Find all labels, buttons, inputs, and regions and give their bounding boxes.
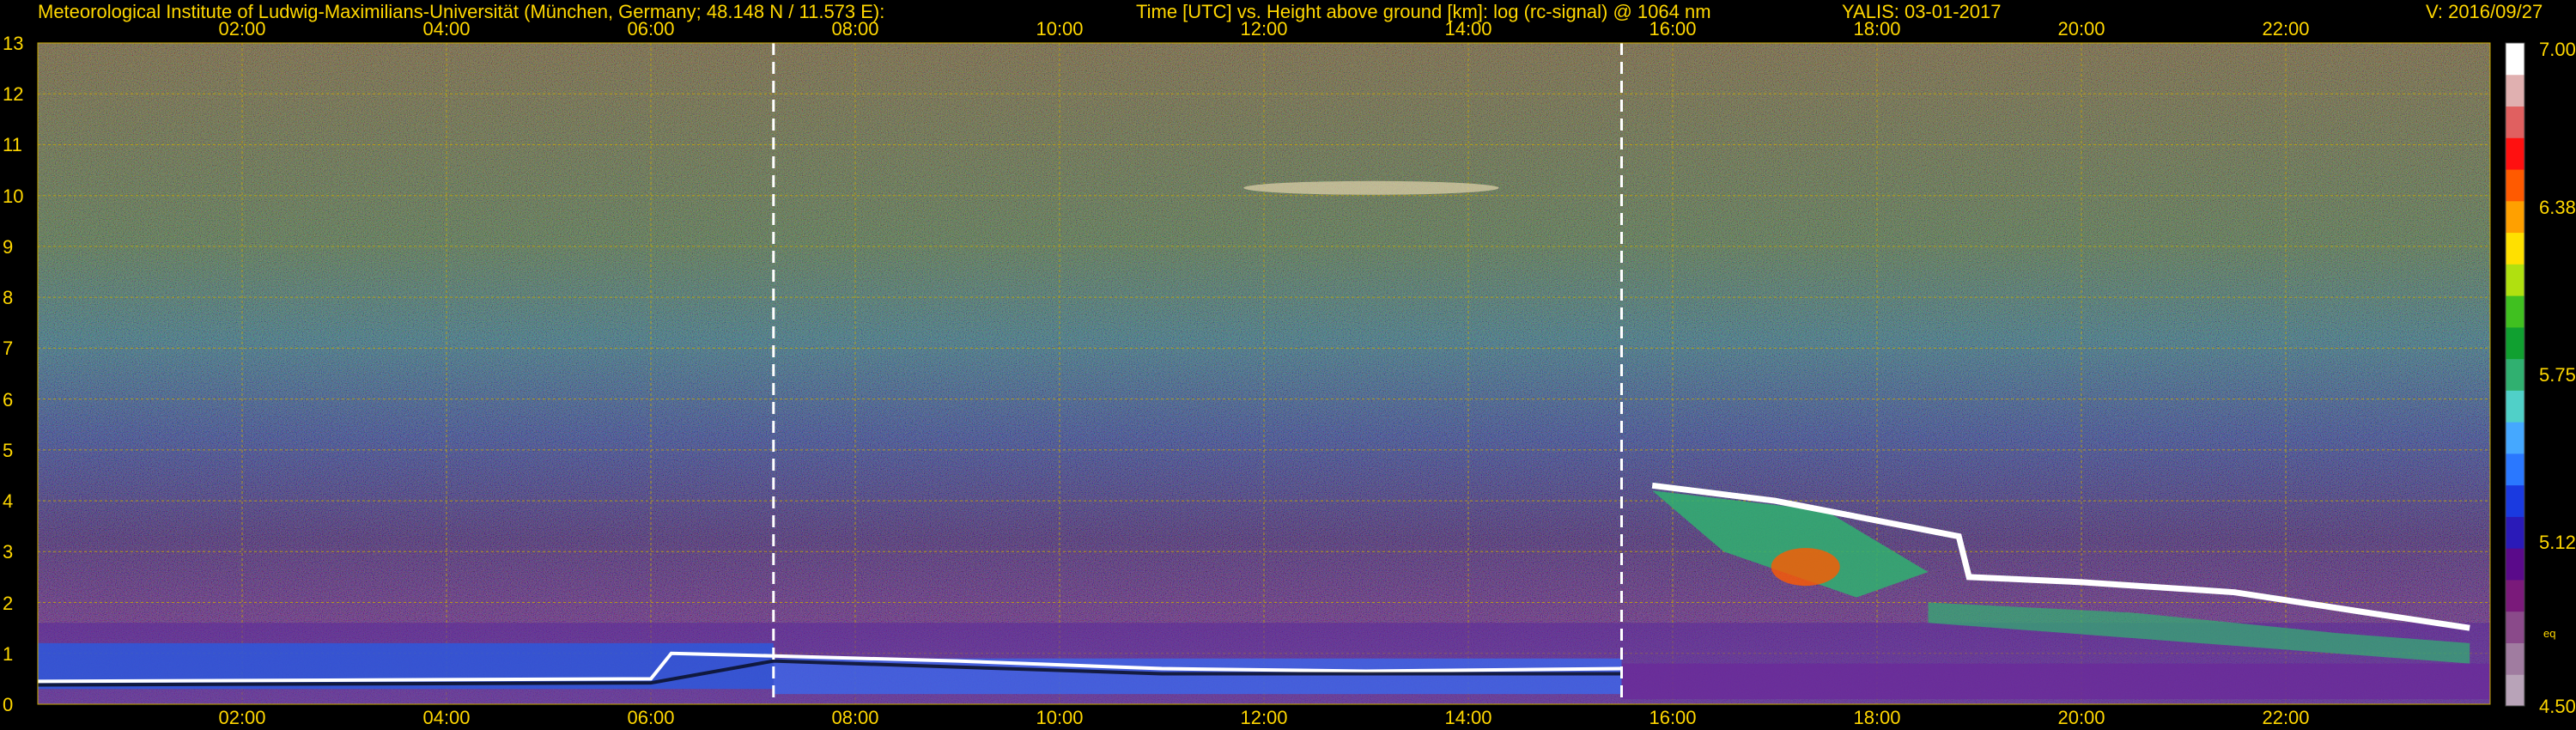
x-tick-label: 10:00	[1036, 707, 1084, 728]
x-tick-label: 22:00	[2262, 707, 2310, 728]
x-tick-label: 12:00	[1240, 707, 1288, 728]
cloud-core-red	[1771, 548, 1840, 587]
x-tick-label: 06:00	[627, 18, 675, 40]
x-tick-label: 16:00	[1649, 707, 1697, 728]
colorbar-swatch	[2506, 611, 2524, 643]
colorbar-swatch	[2506, 484, 2524, 517]
y-tick-label: 1	[3, 642, 14, 665]
boundary-layer-right	[1621, 663, 2490, 700]
plot-area	[37, 42, 2525, 707]
y-tick-label: 2	[3, 592, 14, 614]
x-tick-label: 04:00	[422, 18, 471, 40]
x-tick-label: 06:00	[627, 707, 675, 728]
colorbar-swatch	[2506, 137, 2524, 170]
colorbar-tick-label: 7.00	[2539, 39, 2576, 60]
x-tick-label: 12:00	[1240, 18, 1288, 40]
colorbar-unit: eq	[2543, 627, 2556, 640]
lidar-quicklook: Meteorological Institute of Ludwig-Maxim…	[0, 0, 2576, 730]
y-tick-label: 4	[3, 490, 14, 513]
y-tick-label: 10	[3, 185, 24, 207]
x-tick-label: 20:00	[2057, 18, 2105, 40]
y-tick-label: 7	[3, 338, 14, 360]
x-tick-label: 14:00	[1444, 707, 1492, 728]
x-tick-label: 10:00	[1036, 18, 1084, 40]
colorbar-swatch	[2506, 548, 2524, 581]
colorbar-swatch	[2506, 74, 2524, 107]
colorbar-swatch	[2506, 453, 2524, 486]
y-tick-label: 6	[3, 388, 14, 411]
y-tick-label: 11	[3, 134, 22, 156]
x-tick-label: 20:00	[2057, 707, 2105, 728]
colorbar-swatch	[2506, 390, 2524, 423]
colorbar-swatch	[2506, 579, 2524, 612]
y-tick-label: 8	[3, 287, 14, 309]
x-tick-label: 08:00	[831, 18, 879, 40]
y-tick-label: 9	[3, 235, 14, 258]
colorbar-swatch	[2506, 106, 2524, 138]
colorbar-swatch	[2506, 43, 2524, 76]
y-tick-label: 12	[3, 83, 24, 106]
x-tick-label: 04:00	[422, 707, 471, 728]
y-tick-label: 5	[3, 439, 14, 461]
colorbar-swatch	[2506, 200, 2524, 234]
y-tick-label: 13	[3, 33, 24, 54]
colorbar-swatch	[2506, 326, 2524, 360]
colorbar-tick-label: 5.12	[2539, 531, 2576, 553]
x-tick-label: 18:00	[1853, 18, 1901, 40]
cirrus-cloud	[1243, 180, 1499, 195]
colorbar-swatch	[2506, 642, 2524, 675]
colorbar-tick-label: 5.75	[2539, 364, 2576, 386]
x-tick-label: 16:00	[1649, 18, 1697, 40]
x-tick-label: 08:00	[831, 707, 879, 728]
colorbar-swatch	[2506, 169, 2524, 202]
y-tick-label: 3	[3, 541, 14, 563]
x-tick-label: 02:00	[218, 707, 266, 728]
colorbar-swatch	[2506, 232, 2524, 265]
x-tick-label: 18:00	[1853, 707, 1901, 728]
colorbar-swatch	[2506, 422, 2524, 454]
colorbar-swatch	[2506, 358, 2524, 391]
colorbar-swatch	[2506, 674, 2524, 707]
x-tick-label: 14:00	[1444, 18, 1492, 40]
colorbar-tick-label: 6.38	[2539, 197, 2576, 219]
colorbar-swatch	[2506, 516, 2524, 549]
x-tick-label: 22:00	[2262, 18, 2310, 40]
colorbar-swatch	[2506, 264, 2524, 296]
y-tick-label: 0	[3, 694, 14, 715]
colorbar-swatch	[2506, 295, 2524, 328]
x-tick-label: 02:00	[218, 18, 266, 40]
colorbar-tick-label: 4.50	[2539, 696, 2576, 717]
